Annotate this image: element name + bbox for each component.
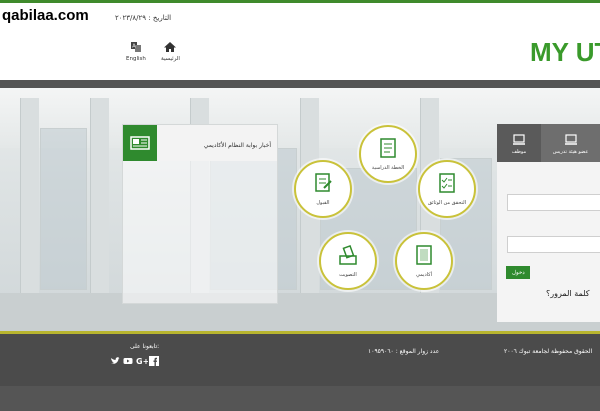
footer: تابعونا على: G+ عدد زوار الموقع : ١٠٩٥٩٠… [0,334,600,411]
header-divider [0,80,600,88]
document-verify-icon [439,173,455,193]
news-icon-box [123,125,157,161]
youtube-icon[interactable] [123,356,133,366]
home-icon [164,42,177,52]
login-panel: موظف عضو هيئة تدريس دخول كلمة المرور؟ [497,124,600,322]
faculty-desk-icon [564,134,577,145]
study-plan-icon [380,138,396,158]
building-window [40,128,87,290]
voting-icon [339,244,357,265]
news-title: أخبار بوابة النظام الأكاديمي [203,142,271,149]
voting-button[interactable]: التصويت [319,232,377,290]
watermark: qabilaa.com [2,7,89,24]
login-button[interactable]: دخول [506,266,530,279]
academic-button[interactable]: أكاديمي [395,232,453,290]
document-verify-label: التحقق من الوثائق [428,200,466,206]
googleplus-icon[interactable]: G+ [136,356,149,366]
facebook-icon[interactable] [149,356,159,366]
follow-us-label: تابعونا على: [130,343,160,350]
study-plan-button[interactable]: الخطة الدراسية [359,125,417,183]
svg-text:G+: G+ [136,357,148,366]
news-header: أخبار بوابة النظام الأكاديمي [123,125,277,161]
home-label: الرئيسية [161,56,180,62]
newspaper-icon [130,136,150,150]
employee-desk-icon [513,134,525,145]
password-field[interactable] [507,236,600,253]
tab-faculty-label: عضو هيئة تدريس [552,149,589,155]
visitor-counter: عدد زوار الموقع : ١٠٩٥٩٠٦٠ [368,348,440,355]
voting-label: التصويت [339,272,357,278]
academic-label: أكاديمي [416,272,432,278]
login-form: دخول كلمة المرور؟ [497,162,600,322]
document-verify-button[interactable]: التحقق من الوثائق [418,160,476,218]
site-logo[interactable]: MY UT [530,37,600,68]
forgot-password-link[interactable]: كلمة المرور؟ [546,289,590,298]
header: qabilaa.com التاريخ : ٢٠٢٣/٨/٢٩ A Englis… [0,3,600,80]
news-panel: أخبار بوابة النظام الأكاديمي [122,124,278,304]
admission-button[interactable]: القبول [294,160,352,218]
social-links: G+ [110,356,159,366]
study-plan-label: الخطة الدراسية [371,165,405,171]
copyright-text: الحقوق محفوظة لجامعة تبوك ٢٠٠٦ [504,348,593,355]
svg-text:A: A [132,44,136,50]
home-link[interactable]: الرئيسية [161,41,180,62]
username-field[interactable] [507,194,600,211]
footer-bottom-bar [0,386,600,411]
admission-icon [315,173,332,192]
tab-employee-label: موظف [511,149,527,155]
english-label: English [126,56,146,62]
academic-book-icon [416,245,432,265]
date-label: التاريخ : ٢٠٢٣/٨/٢٩ [115,14,172,22]
tab-faculty[interactable]: عضو هيئة تدريس [541,124,600,162]
login-tabs: موظف عضو هيئة تدريس [497,124,600,162]
admission-label: القبول [316,200,330,206]
english-link[interactable]: A English [126,41,146,62]
tab-employee[interactable]: موظف [497,124,541,162]
language-icon: A [130,42,141,52]
twitter-icon[interactable] [110,356,120,366]
